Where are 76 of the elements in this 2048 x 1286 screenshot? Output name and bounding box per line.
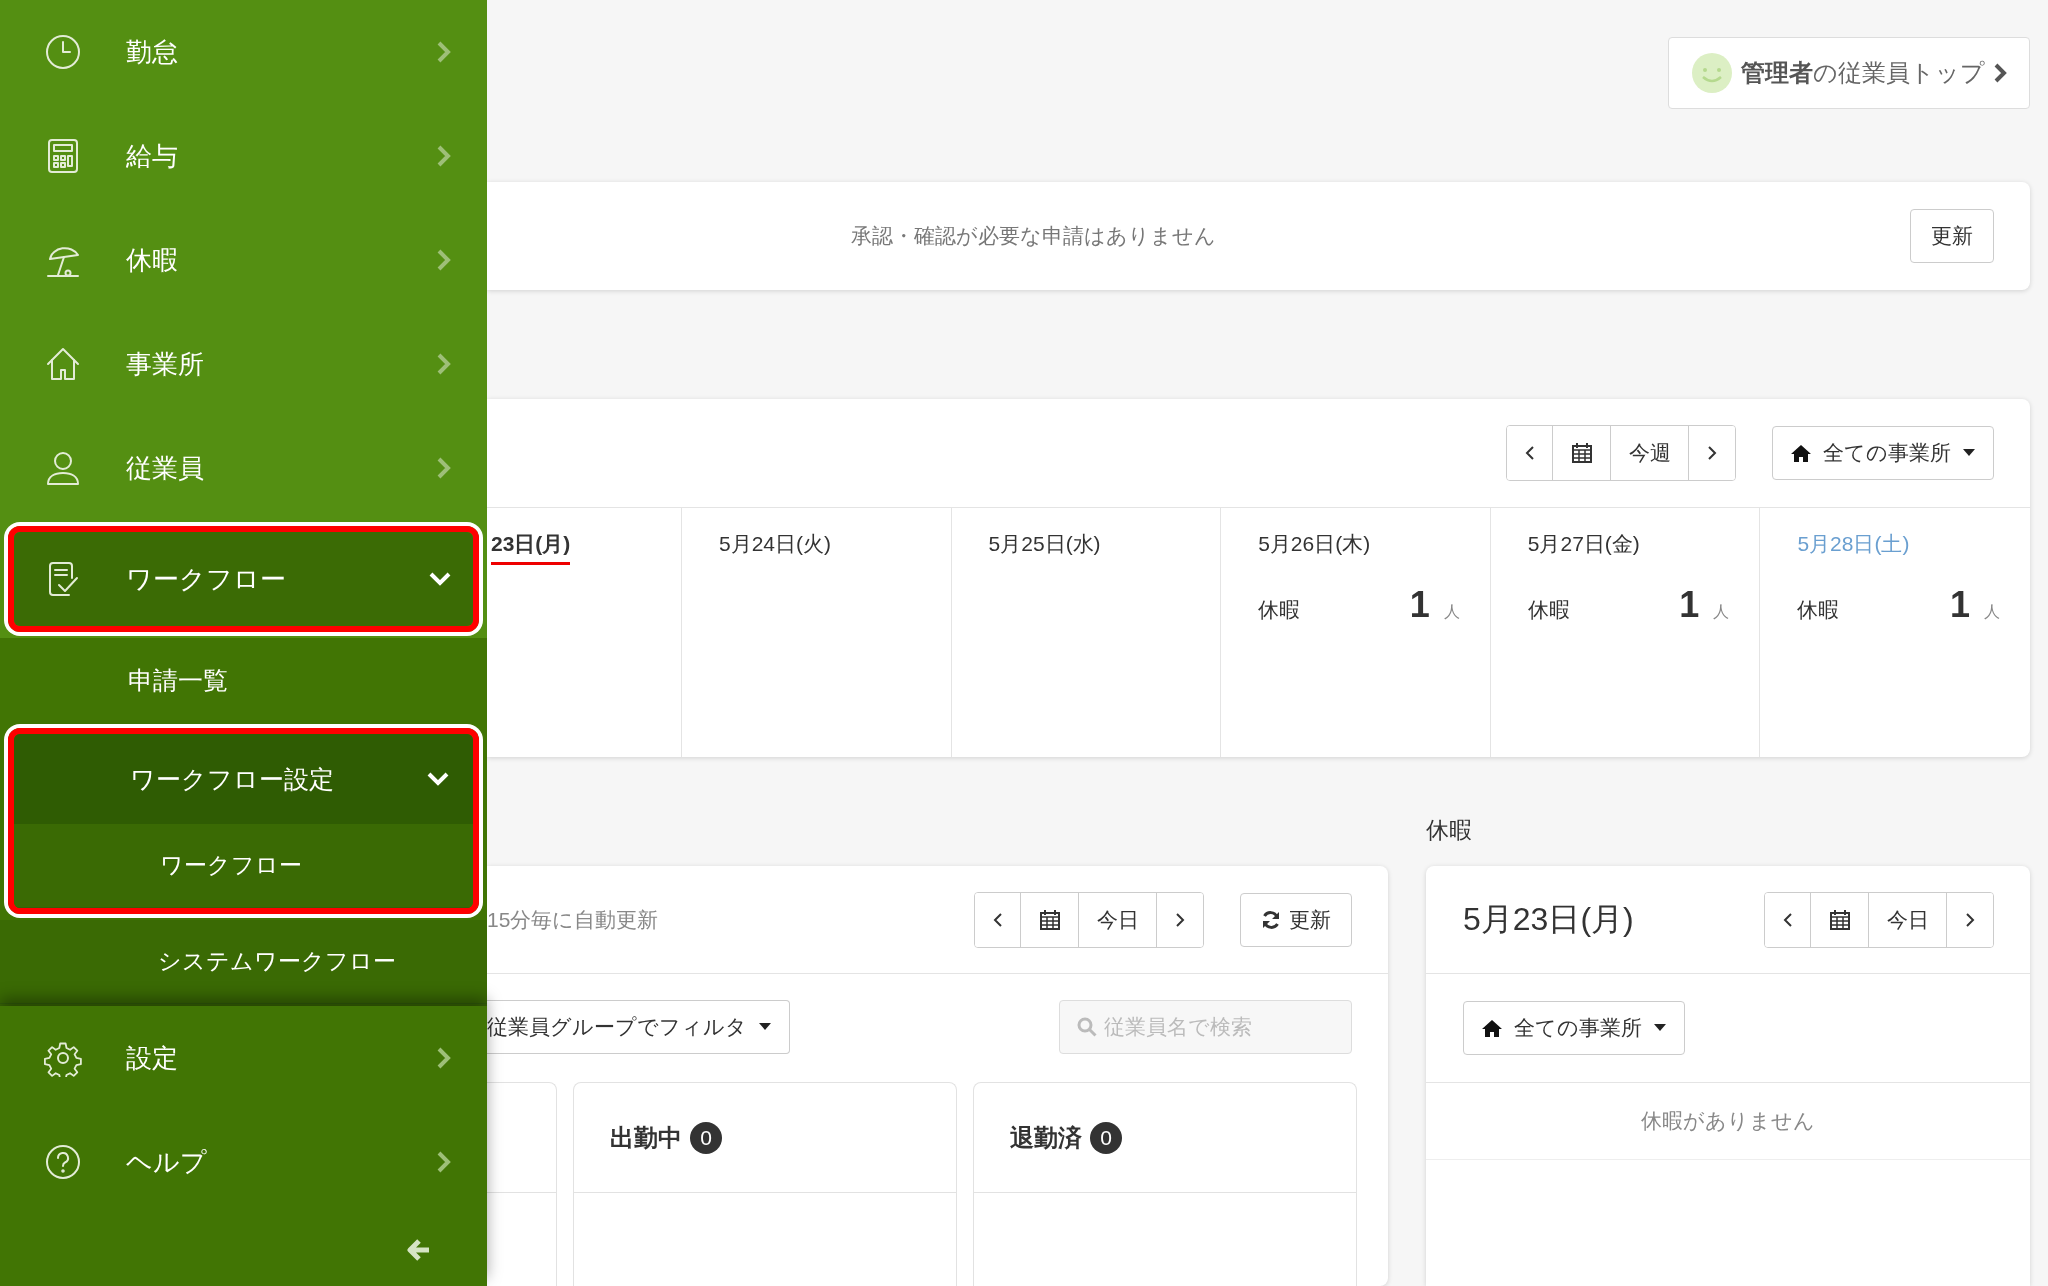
calendar-icon — [1828, 908, 1851, 931]
entry-label: 休暇 — [1527, 597, 1571, 623]
sidebar-item[interactable]: 休暇 — [0, 208, 487, 312]
board-title: 退勤済 — [1010, 1122, 1082, 1153]
day-label: 5月27日(金) — [1527, 531, 1640, 557]
refresh-icon — [1261, 909, 1281, 930]
entry-label: 休暇 — [1797, 597, 1841, 623]
collapse-button[interactable] — [407, 1239, 431, 1261]
person-icon — [44, 449, 82, 487]
chevron-left-icon — [992, 911, 1003, 928]
entry-label: 休暇 — [1258, 597, 1302, 623]
home-icon — [1791, 444, 1811, 462]
chevron-down-icon — [429, 572, 451, 586]
office-dropdown[interactable]: 全ての事業所 — [1772, 426, 1994, 480]
search-icon — [1077, 1017, 1097, 1037]
auto-refresh-text: 15分毎に自動更新 — [487, 906, 660, 933]
chevron-right-icon — [1965, 911, 1975, 928]
caret-icon — [1963, 449, 1975, 457]
help-icon — [44, 1143, 82, 1181]
refresh-button[interactable]: 更新 — [1240, 892, 1352, 947]
entry-count: 1 — [1409, 584, 1430, 626]
arrow-left-icon — [407, 1239, 431, 1261]
entry-unit: 人 — [1713, 602, 1730, 622]
day-label: 23日(月) — [491, 530, 571, 565]
caret-icon — [759, 1023, 771, 1031]
chevron-left-icon — [1524, 445, 1535, 461]
submenu-item[interactable]: システムワークフロー — [0, 920, 487, 1004]
chevron-right-icon — [1993, 63, 2007, 83]
chevron-right-icon — [437, 249, 451, 271]
entry-count: 1 — [1679, 584, 1700, 626]
caret-icon — [1654, 1024, 1666, 1032]
day-label: 5月26日(木) — [1258, 531, 1371, 557]
chevron-left-icon — [1782, 911, 1793, 928]
smiley-icon — [1691, 52, 1733, 94]
count-badge: 0 — [690, 1121, 722, 1154]
sidebar-item[interactable]: ワークフロー — [14, 532, 473, 626]
notice-text: 承認・確認が必要な申請はありません — [850, 223, 1217, 249]
chevron-right-icon — [437, 41, 451, 63]
chevron-right-icon — [437, 1151, 451, 1173]
count-badge: 0 — [1090, 1121, 1122, 1154]
sidebar-item[interactable]: 事業所 — [0, 312, 487, 416]
entry-unit: 人 — [1984, 602, 2000, 622]
refresh-button[interactable]: 更新 — [1910, 209, 1994, 263]
board-title: 出勤中 — [610, 1122, 682, 1153]
chevron-down-icon — [427, 772, 449, 786]
group-filter-dropdown[interactable]: 従業員グループでフィルタ — [487, 1000, 790, 1054]
submenu-item[interactable]: ワークフロー — [14, 824, 473, 908]
chevron-right-icon — [437, 457, 451, 479]
empty-message: 休暇がありません — [1426, 1083, 2030, 1160]
chevron-right-icon — [437, 353, 451, 375]
entry-count: 1 — [1949, 584, 1970, 626]
day-label: 5月25日(水) — [988, 531, 1101, 557]
calendar-icon — [1038, 908, 1061, 931]
sidebar-item[interactable]: 設定 — [0, 1006, 487, 1110]
date-title: 5月23日(月) — [1463, 899, 1635, 939]
sidebar-item[interactable]: ヘルプ — [0, 1110, 487, 1214]
sidebar-item[interactable]: 給与 — [0, 104, 487, 208]
day-label: 5月24日(火) — [719, 531, 832, 557]
entry-unit: 人 — [1443, 602, 1460, 622]
sidebar-item[interactable]: 従業員 — [0, 416, 487, 520]
chevron-right-icon — [1707, 445, 1717, 461]
chevron-right-icon — [437, 1047, 451, 1069]
house-icon — [44, 345, 82, 383]
submenu-header[interactable]: ワークフロー設定 — [14, 734, 473, 824]
office-dropdown[interactable]: 全ての事業所 — [1463, 1001, 1685, 1055]
chevron-right-icon — [437, 145, 451, 167]
day-label: 5月28日(土) — [1797, 531, 1910, 557]
admin-top-button[interactable]: 管理者の従業員トップ — [1668, 37, 2030, 109]
submenu-item[interactable]: 申請一覧 — [0, 638, 487, 722]
calendar-icon — [1570, 442, 1593, 464]
search-field[interactable]: 従業員名で検索 — [1059, 1000, 1352, 1054]
sidebar-item[interactable]: 勤怠 — [0, 0, 487, 104]
home-icon — [1482, 1019, 1502, 1037]
clock-icon — [44, 33, 82, 71]
section-heading: 休暇 — [1426, 816, 1472, 845]
chevron-right-icon — [1175, 911, 1185, 928]
